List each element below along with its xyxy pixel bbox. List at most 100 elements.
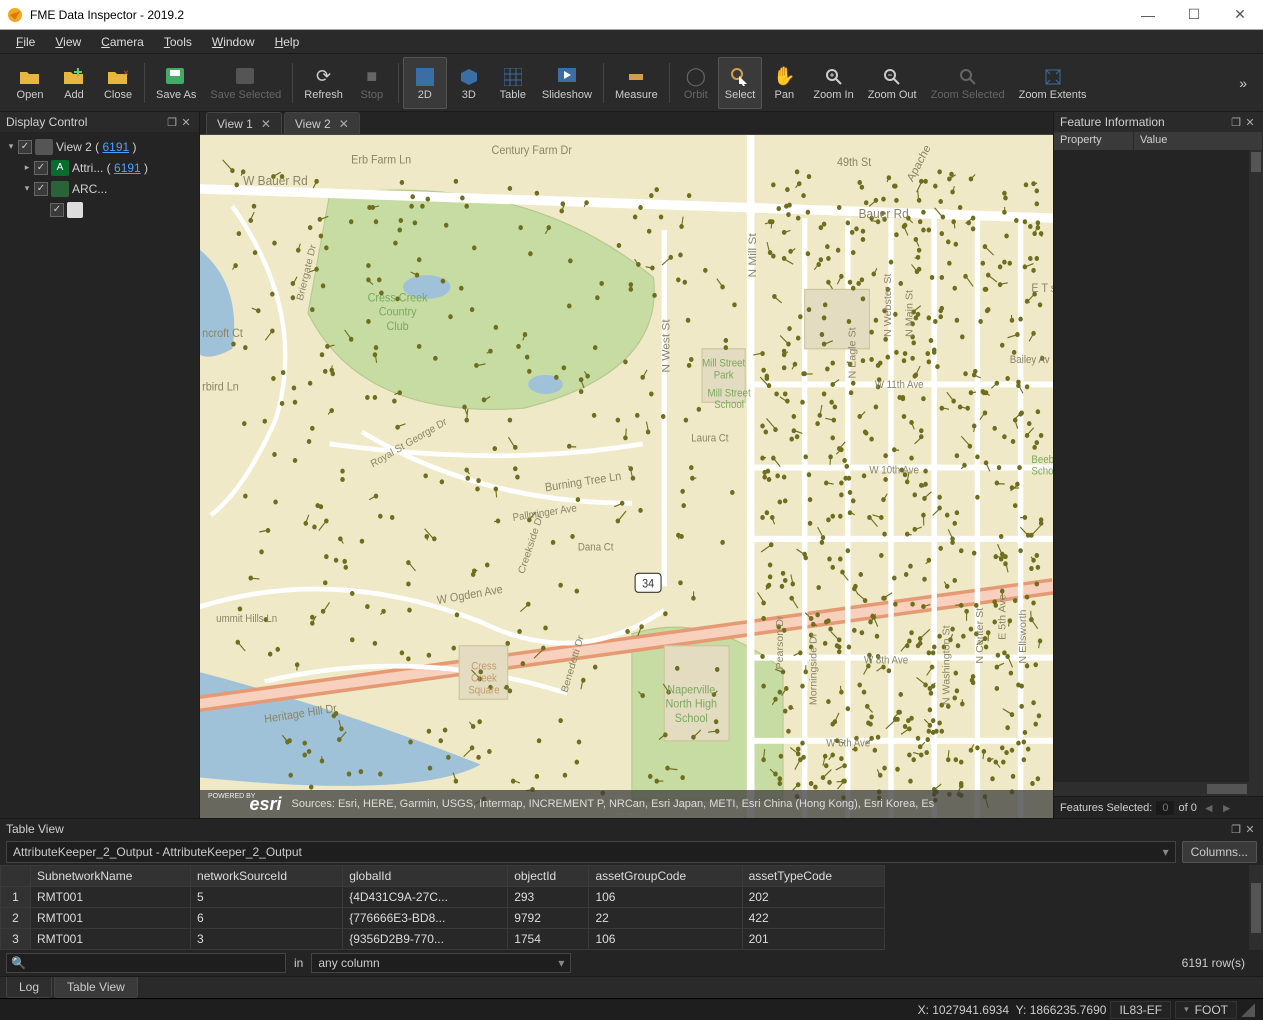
panel-close-button[interactable]: ✕ bbox=[179, 116, 193, 129]
table-view-panel: Table View ❐ ✕ AttributeKeeper_2_Output … bbox=[0, 818, 1263, 998]
svg-text:School: School bbox=[675, 712, 708, 725]
table-row[interactable]: 1RMT0015{4D431C9A-27C...293106202 bbox=[1, 887, 885, 908]
table-view-tab[interactable]: Table View bbox=[54, 977, 138, 998]
status-x-label: X: bbox=[918, 1003, 929, 1017]
col-property[interactable]: Property bbox=[1054, 132, 1134, 150]
svg-text:Bauer Rd: Bauer Rd bbox=[859, 207, 909, 222]
slideshow-icon bbox=[558, 65, 576, 89]
table-view-title: Table View bbox=[6, 822, 1229, 836]
menu-file[interactable]: File bbox=[6, 33, 45, 51]
zoom-extents-icon bbox=[1044, 65, 1062, 89]
svg-text:N Main St: N Main St bbox=[905, 290, 915, 337]
tree-item-arc[interactable]: ARC... bbox=[72, 182, 107, 196]
svg-text:North High: North High bbox=[665, 698, 717, 711]
prev-feature-button[interactable]: ◄ bbox=[1203, 801, 1215, 815]
scrollbar[interactable] bbox=[1249, 150, 1263, 782]
panel-float-button[interactable]: ❐ bbox=[1229, 116, 1243, 129]
slideshow-button[interactable]: Slideshow bbox=[535, 57, 599, 109]
unit-selector[interactable]: ▾FOOT bbox=[1175, 1001, 1237, 1019]
close-button[interactable]: ×Close bbox=[96, 57, 140, 109]
column-header[interactable]: SubnetworkName bbox=[31, 866, 191, 887]
zoom-extents-button[interactable]: Zoom Extents bbox=[1012, 57, 1094, 109]
measure-button[interactable]: Measure bbox=[608, 57, 665, 109]
zoom-in-icon bbox=[825, 65, 843, 89]
table-cell: 106 bbox=[589, 887, 742, 908]
layer-checkbox[interactable]: ✓ bbox=[34, 182, 48, 196]
refresh-button[interactable]: ⟳Refresh bbox=[297, 57, 350, 109]
next-feature-button[interactable]: ► bbox=[1221, 801, 1233, 815]
view-3d-button[interactable]: 3D bbox=[447, 57, 491, 109]
feature-count-link[interactable]: 6191 bbox=[114, 161, 141, 175]
column-header[interactable]: globalId bbox=[343, 866, 508, 887]
crs-selector[interactable]: IL83-EF bbox=[1110, 1001, 1171, 1019]
tab-close-icon[interactable]: ✕ bbox=[339, 117, 349, 131]
window-maximize-button[interactable]: ☐ bbox=[1171, 0, 1217, 30]
panel-float-button[interactable]: ❐ bbox=[165, 116, 179, 129]
tree-item-view2[interactable]: View 2 ( 6191 ) bbox=[56, 140, 137, 154]
svg-text:Country: Country bbox=[379, 306, 417, 319]
chevron-down-icon: ▾ bbox=[558, 956, 564, 970]
status-y-value: 1866235.7690 bbox=[1030, 1003, 1107, 1017]
menu-window[interactable]: Window bbox=[202, 33, 265, 51]
resize-grip[interactable] bbox=[1241, 1003, 1255, 1017]
tree-toggle[interactable]: ▾ bbox=[20, 183, 34, 194]
menu-view[interactable]: View bbox=[45, 33, 91, 51]
data-grid[interactable]: SubnetworkNamenetworkSourceIdglobalIdobj… bbox=[0, 865, 885, 950]
svg-text:ummit Hills Ln: ummit Hills Ln bbox=[216, 614, 277, 626]
save-as-button[interactable]: Save As bbox=[149, 57, 203, 109]
tree-item-attri[interactable]: Attri... ( 6191 ) bbox=[72, 161, 148, 175]
svg-text:N Mill St: N Mill St bbox=[748, 232, 759, 277]
log-tab[interactable]: Log bbox=[6, 977, 52, 998]
map-canvas[interactable]: W Bauer Rd Bauer Rd Erb Farm Ln Century … bbox=[200, 134, 1053, 818]
table-row[interactable]: 3RMT0013{9356D2B9-770...1754106201 bbox=[1, 929, 885, 950]
table-search-input[interactable]: 🔍 bbox=[6, 953, 286, 973]
tab-close-icon[interactable]: ✕ bbox=[261, 117, 271, 131]
svg-text:N West St: N West St bbox=[661, 318, 672, 372]
col-value[interactable]: Value bbox=[1134, 132, 1263, 150]
zoom-in-button[interactable]: Zoom In bbox=[806, 57, 860, 109]
window-minimize-button[interactable]: — bbox=[1125, 0, 1171, 30]
panel-float-button[interactable]: ❐ bbox=[1229, 823, 1243, 836]
splitter-handle[interactable]: ⋯⋯ bbox=[615, 809, 639, 818]
table-row[interactable]: 2RMT0016{776666E3-BD8...979222422 bbox=[1, 908, 885, 929]
toolbar-overflow-button[interactable]: » bbox=[1239, 75, 1255, 91]
menu-camera[interactable]: Camera bbox=[91, 33, 154, 51]
column-header[interactable]: networkSourceId bbox=[191, 866, 343, 887]
view-tab-1[interactable]: View 1 ✕ bbox=[206, 112, 282, 134]
columns-button[interactable]: Columns... bbox=[1182, 841, 1257, 863]
table-button[interactable]: Table bbox=[491, 57, 535, 109]
save-selected-button: Save Selected bbox=[203, 57, 288, 109]
window-title: FME Data Inspector - 2019.2 bbox=[30, 8, 1125, 22]
menu-tools[interactable]: Tools bbox=[154, 33, 202, 51]
svg-text:Morningside Dr: Morningside Dr bbox=[809, 632, 819, 705]
h-scrollbar-thumb[interactable] bbox=[1207, 784, 1247, 794]
column-header[interactable]: assetGroupCode bbox=[589, 866, 742, 887]
pan-button[interactable]: ✋Pan bbox=[762, 57, 806, 109]
feature-count-link[interactable]: 6191 bbox=[102, 140, 129, 154]
table-cell: 201 bbox=[742, 929, 884, 950]
layer-checkbox[interactable]: ✓ bbox=[34, 161, 48, 175]
table-source-combo[interactable]: AttributeKeeper_2_Output - AttributeKeep… bbox=[6, 841, 1176, 863]
zoom-out-button[interactable]: Zoom Out bbox=[861, 57, 924, 109]
svg-text:W 8th Ave: W 8th Ave bbox=[864, 655, 908, 667]
select-button[interactable]: Select bbox=[718, 57, 763, 109]
menu-help[interactable]: Help bbox=[265, 33, 310, 51]
layer-checkbox[interactable]: ✓ bbox=[50, 203, 64, 217]
open-button[interactable]: Open bbox=[8, 57, 52, 109]
table-cell: RMT001 bbox=[31, 929, 191, 950]
panel-close-button[interactable]: ✕ bbox=[1243, 116, 1257, 129]
column-header[interactable]: assetTypeCode bbox=[742, 866, 884, 887]
view-tab-2[interactable]: View 2 ✕ bbox=[284, 112, 360, 134]
window-close-button[interactable]: ✕ bbox=[1217, 0, 1263, 30]
panel-close-button[interactable]: ✕ bbox=[1243, 823, 1257, 836]
add-button[interactable]: Add bbox=[52, 57, 96, 109]
tree-toggle[interactable]: ▸ bbox=[20, 162, 34, 173]
table-cell: 9792 bbox=[508, 908, 589, 929]
search-column-combo[interactable]: any column ▾ bbox=[311, 953, 571, 973]
layer-checkbox[interactable]: ✓ bbox=[18, 140, 32, 154]
view-2d-button[interactable]: 2D bbox=[403, 57, 447, 109]
table-scrollbar[interactable] bbox=[1249, 865, 1263, 950]
table-cell: {4D431C9A-27C... bbox=[343, 887, 508, 908]
column-header[interactable]: objectId bbox=[508, 866, 589, 887]
tree-toggle[interactable]: ▾ bbox=[4, 141, 18, 152]
